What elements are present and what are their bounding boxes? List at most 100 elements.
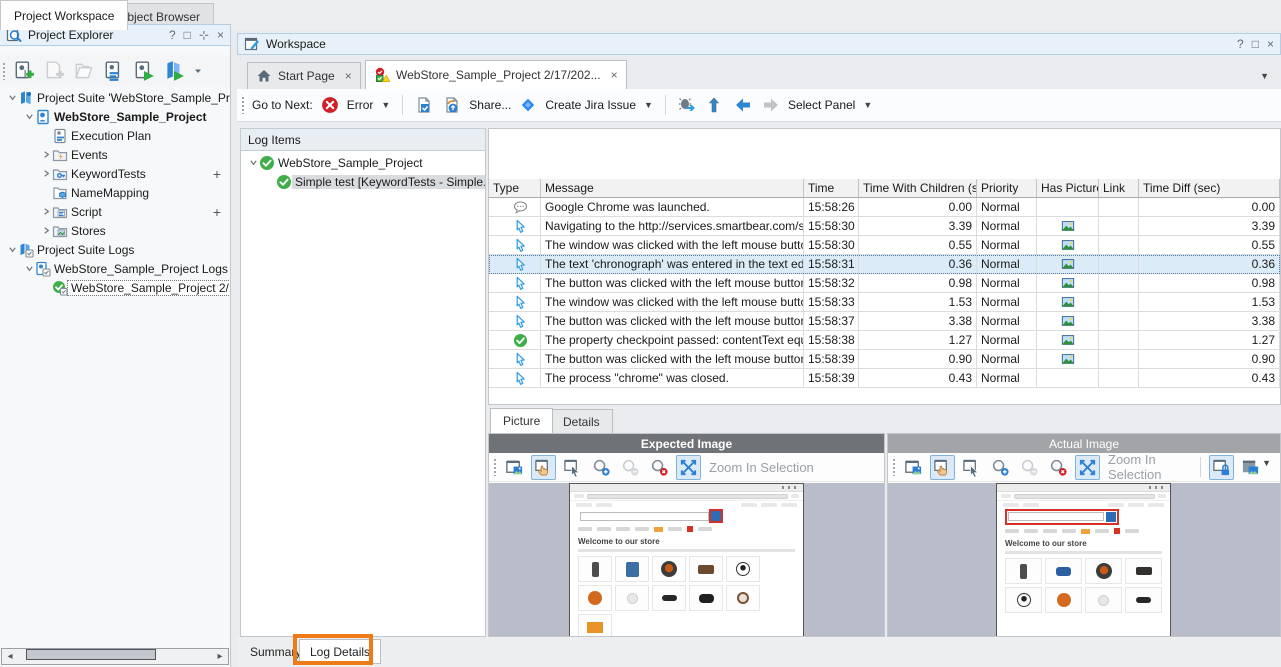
zoom-reset-button[interactable]	[1046, 455, 1071, 480]
fit-screen-button[interactable]	[676, 454, 701, 480]
close-button[interactable]: ×	[217, 29, 224, 41]
log-row[interactable]: The text 'chronograph' was entered in th…	[489, 255, 1280, 274]
log-row[interactable]: The process "chrome" was closed. 15:58:39…	[489, 369, 1280, 388]
tree-item[interactable]: WebStore_Sample_Project 2/17,	[0, 278, 230, 297]
expand-icon[interactable]	[40, 169, 52, 178]
bottom-tab-log-details[interactable]: Log Details	[299, 639, 382, 664]
expand-icon[interactable]	[40, 226, 52, 235]
create-jira-issue-button[interactable]: Create Jira Issue	[545, 98, 636, 112]
column-header-time-diff-sec-[interactable]: Time Diff (sec)	[1139, 179, 1280, 197]
open-item-button[interactable]	[71, 58, 97, 84]
document-tab[interactable]: WebStore_Sample_Project 2/17/202... ×	[365, 60, 627, 89]
collapse-icon[interactable]	[247, 158, 259, 167]
toolbar-grip[interactable]	[892, 458, 897, 476]
add-button[interactable]: +	[213, 166, 221, 182]
zoom-out-button[interactable]	[618, 455, 643, 480]
app-tab-project-workspace[interactable]: Project Workspace	[0, 0, 129, 30]
select-arrow-button[interactable]	[560, 455, 585, 480]
toolbar-grip[interactable]	[2, 62, 7, 80]
toolbar-grip[interactable]	[493, 458, 498, 476]
expand-icon[interactable]	[40, 150, 52, 159]
window-image-button[interactable]	[502, 455, 527, 480]
share-button[interactable]: Share...	[469, 98, 511, 112]
add-new-item-button[interactable]	[11, 58, 37, 84]
column-header-type[interactable]: Type	[489, 179, 541, 197]
tree-item[interactable]: Execution Plan	[0, 126, 230, 145]
tree-item[interactable]: NameMapping	[0, 183, 230, 202]
column-header-message[interactable]: Message	[541, 179, 804, 197]
dropdown-caret-icon[interactable]: ▼	[644, 100, 653, 110]
zoom-in-button[interactable]	[589, 455, 614, 480]
bug-next-button[interactable]	[676, 94, 698, 116]
scrollbar-thumb[interactable]	[26, 649, 156, 660]
jira-button[interactable]	[517, 94, 539, 116]
tree-item[interactable]: KeywordTests +	[0, 164, 230, 183]
column-header-priority[interactable]: Priority	[977, 179, 1037, 197]
tree-item[interactable]: Simple test [KeywordTests - Simple...	[241, 172, 485, 191]
add-button[interactable]: +	[213, 204, 221, 220]
tab-details[interactable]: Details	[550, 409, 613, 433]
doc-check-button[interactable]	[413, 94, 435, 116]
dropdown-caret-icon[interactable]: ▼	[381, 100, 390, 110]
log-row[interactable]: The window was clicked with the left mou…	[489, 293, 1280, 312]
up-arrow-button[interactable]	[704, 94, 726, 116]
close-tab-icon[interactable]: ×	[345, 69, 352, 83]
execution-plan-button[interactable]	[101, 58, 127, 84]
go-to-next-type[interactable]: Error	[347, 98, 374, 112]
toolbar-grip[interactable]	[241, 96, 246, 114]
tree-item[interactable]: Stores	[0, 221, 230, 240]
error-circle-button[interactable]	[319, 94, 341, 116]
image-canvas[interactable]: Welcome to our store	[489, 483, 884, 636]
tree-item[interactable]: Events	[0, 145, 230, 164]
scroll-right-icon[interactable]: ▸	[212, 651, 228, 662]
expand-icon[interactable]	[40, 207, 52, 216]
close-button[interactable]: ×	[1267, 38, 1274, 50]
run-project-button[interactable]	[131, 58, 157, 84]
close-tab-icon[interactable]: ×	[611, 68, 618, 82]
select-arrow-button[interactable]	[959, 455, 984, 480]
maximize-button[interactable]: □	[1252, 38, 1259, 50]
collapse-icon[interactable]	[6, 245, 18, 254]
select-panel-button[interactable]: Select Panel	[788, 98, 855, 112]
log-row[interactable]: Google Chrome was launched. 15:58:26 0.00 N…	[489, 198, 1280, 217]
image-options-button[interactable]: ▼	[1238, 455, 1276, 480]
image-canvas[interactable]: Welcome to our store	[888, 483, 1280, 636]
add-existing-item-button[interactable]	[41, 58, 67, 84]
log-row[interactable]: Navigating to the http://services.smartb…	[489, 217, 1280, 236]
tree-item[interactable]: Script +	[0, 202, 230, 221]
tab-picture[interactable]: Picture	[490, 408, 554, 433]
dropdown-caret-icon[interactable]: ▼	[863, 100, 872, 110]
tab-list-dropdown-icon[interactable]: ▼	[1260, 71, 1269, 81]
tree-item[interactable]: Project Suite 'WebStore_Sample_Project	[0, 88, 230, 107]
left-arrow-button[interactable]	[732, 94, 754, 116]
column-header-time-with-children-sec-[interactable]: Time With Children (sec)	[859, 179, 977, 197]
fit-screen-button[interactable]	[1075, 454, 1100, 480]
zoom-in-button[interactable]	[988, 455, 1013, 480]
window-image-button[interactable]	[901, 455, 926, 480]
caret-down-button[interactable]	[191, 64, 205, 78]
horizontal-scrollbar[interactable]: ◂ ▸	[1, 648, 229, 665]
tree-item[interactable]: WebStore_Sample_Project	[241, 153, 485, 172]
pan-hand-button[interactable]	[930, 454, 955, 480]
help-button[interactable]: ?	[169, 29, 176, 41]
maximize-button[interactable]: □	[184, 29, 191, 41]
column-header-link[interactable]: Link	[1099, 179, 1139, 197]
document-tab[interactable]: Start Page ×	[247, 62, 361, 89]
right-arrow-button[interactable]	[760, 94, 782, 116]
log-row[interactable]: The property checkpoint passed: contentT…	[489, 331, 1280, 350]
log-row[interactable]: The button was clicked with the left mou…	[489, 274, 1280, 293]
zoom-out-button[interactable]	[1017, 455, 1042, 480]
scroll-left-icon[interactable]: ◂	[2, 651, 18, 662]
collapse-icon[interactable]	[23, 264, 35, 273]
dropdown-caret-icon[interactable]: ▼	[1262, 458, 1271, 477]
tree-item[interactable]: WebStore_Sample_Project Logs	[0, 259, 230, 278]
tree-item[interactable]: Project Suite Logs	[0, 240, 230, 259]
log-row[interactable]: The window was clicked with the left mou…	[489, 236, 1280, 255]
log-row[interactable]: The button was clicked with the left mou…	[489, 312, 1280, 331]
collapse-icon[interactable]	[23, 112, 35, 121]
tree-item[interactable]: WebStore_Sample_Project	[0, 107, 230, 126]
lock-image-button[interactable]	[1209, 454, 1235, 480]
pan-hand-button[interactable]	[531, 454, 556, 480]
pin-button[interactable]: ⊹	[199, 29, 209, 41]
help-button[interactable]: ?	[1237, 38, 1244, 50]
